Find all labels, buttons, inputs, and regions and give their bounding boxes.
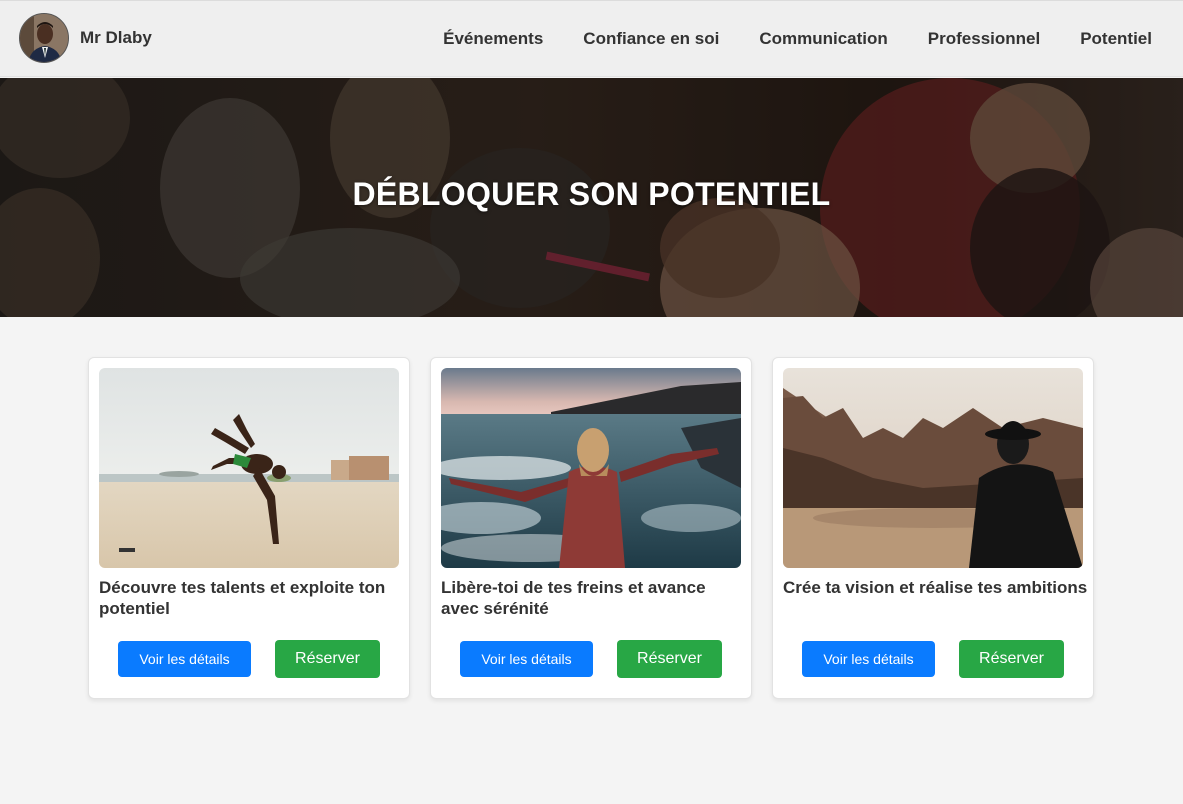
event-card: Crée ta vision et réalise tes ambitions …	[772, 357, 1094, 699]
card-title: Libère-toi de tes freins et avance avec …	[441, 578, 706, 618]
details-button[interactable]: Voir les détails	[802, 641, 935, 677]
hero-banner: DÉBLOQUER SON POTENTIEL	[0, 78, 1183, 317]
book-button[interactable]: Réserver	[617, 640, 722, 678]
hero-title: DÉBLOQUER SON POTENTIEL	[352, 176, 831, 212]
sea-open-arms-photo-icon	[441, 368, 741, 568]
details-button[interactable]: Voir les détails	[460, 641, 593, 677]
brand[interactable]: Mr Dlaby	[19, 13, 152, 63]
details-button[interactable]: Voir les détails	[118, 641, 251, 677]
nav-link-professionnel[interactable]: Professionnel	[928, 29, 1040, 49]
nav-link-evenements[interactable]: Événements	[443, 29, 543, 49]
card-image	[441, 368, 741, 568]
brand-name: Mr Dlaby	[80, 28, 152, 47]
event-card: Découvre tes talents et exploite ton pot…	[88, 357, 410, 699]
event-card: Libère-toi de tes freins et avance avec …	[430, 357, 752, 699]
book-button[interactable]: Réserver	[959, 640, 1064, 678]
avatar	[19, 13, 69, 63]
book-button[interactable]: Réserver	[275, 640, 380, 678]
nav-link-potentiel[interactable]: Potentiel	[1080, 29, 1152, 49]
person-avatar-icon	[20, 14, 68, 62]
main-nav: Événements Confiance en soi Communicatio…	[443, 29, 1183, 49]
nav-link-confiance[interactable]: Confiance en soi	[583, 29, 719, 49]
card-image	[99, 368, 399, 568]
navbar: Mr Dlaby Événements Confiance en soi Com…	[0, 0, 1183, 77]
canyon-hat-photo-icon	[783, 368, 1083, 568]
card-image	[783, 368, 1083, 568]
nav-link-communication[interactable]: Communication	[759, 29, 887, 49]
card-title: Crée ta vision et réalise tes ambitions	[783, 578, 1088, 597]
card-title: Découvre tes talents et exploite ton pot…	[99, 578, 386, 618]
beach-handstand-photo-icon	[99, 368, 399, 568]
